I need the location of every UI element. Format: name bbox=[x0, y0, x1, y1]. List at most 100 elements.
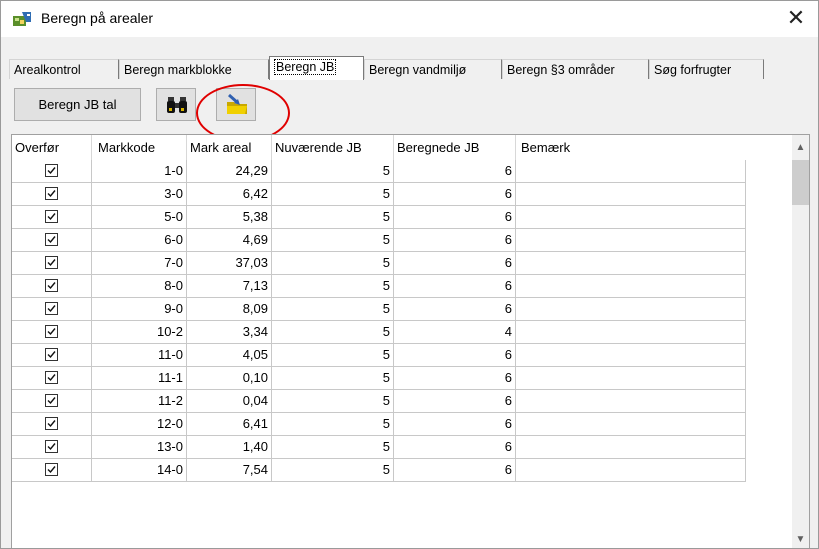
table-row[interactable]: 9-0 8,09 5 6 bbox=[12, 298, 791, 321]
beregnede-jb-cell[interactable]: 6 bbox=[394, 413, 516, 436]
mark-areal-cell[interactable]: 5,38 bbox=[187, 206, 272, 229]
overfor-checkbox-cell[interactable] bbox=[12, 252, 92, 275]
nuvaerende-jb-cell[interactable]: 5 bbox=[272, 344, 394, 367]
col-mark-areal[interactable]: Mark areal bbox=[187, 135, 272, 160]
bemaerk-cell[interactable] bbox=[516, 321, 746, 344]
nuvaerende-jb-cell[interactable]: 5 bbox=[272, 160, 394, 183]
col-overfor[interactable]: Overfør bbox=[12, 135, 92, 160]
beregnede-jb-cell[interactable]: 6 bbox=[394, 390, 516, 413]
beregnede-jb-cell[interactable]: 6 bbox=[394, 367, 516, 390]
overfor-checkbox-cell[interactable] bbox=[12, 321, 92, 344]
bemaerk-cell[interactable] bbox=[516, 298, 746, 321]
beregnede-jb-cell[interactable]: 6 bbox=[394, 459, 516, 482]
mark-areal-cell[interactable]: 3,34 bbox=[187, 321, 272, 344]
checked-checkbox-icon[interactable] bbox=[45, 440, 58, 453]
bemaerk-cell[interactable] bbox=[516, 459, 746, 482]
nuvaerende-jb-cell[interactable]: 5 bbox=[272, 321, 394, 344]
table-row[interactable]: 1-0 24,29 5 6 bbox=[12, 160, 791, 183]
overfor-checkbox-cell[interactable] bbox=[12, 298, 92, 321]
mark-areal-cell[interactable]: 6,41 bbox=[187, 413, 272, 436]
table-row[interactable]: 6-0 4,69 5 6 bbox=[12, 229, 791, 252]
tab-arealkontrol[interactable]: Arealkontrol bbox=[9, 59, 119, 79]
markkode-cell[interactable]: 9-0 bbox=[92, 298, 187, 321]
mark-areal-cell[interactable]: 8,09 bbox=[187, 298, 272, 321]
nuvaerende-jb-cell[interactable]: 5 bbox=[272, 390, 394, 413]
markkode-cell[interactable]: 14-0 bbox=[92, 459, 187, 482]
tab-beregn-vandmiljo[interactable]: Beregn vandmiljø bbox=[364, 59, 502, 79]
col-bemaerk[interactable]: Bemærk bbox=[516, 135, 746, 160]
table-row[interactable]: 12-0 6,41 5 6 bbox=[12, 413, 791, 436]
tab-beregn-s3-omrader[interactable]: Beregn §3 områder bbox=[502, 59, 649, 79]
checked-checkbox-icon[interactable] bbox=[45, 164, 58, 177]
overfor-checkbox-cell[interactable] bbox=[12, 367, 92, 390]
markkode-cell[interactable]: 3-0 bbox=[92, 183, 187, 206]
beregnede-jb-cell[interactable]: 4 bbox=[394, 321, 516, 344]
checked-checkbox-icon[interactable] bbox=[45, 187, 58, 200]
overfor-checkbox-cell[interactable] bbox=[12, 160, 92, 183]
markkode-cell[interactable]: 11-1 bbox=[92, 367, 187, 390]
overfor-checkbox-cell[interactable] bbox=[12, 229, 92, 252]
nuvaerende-jb-cell[interactable]: 5 bbox=[272, 436, 394, 459]
checked-checkbox-icon[interactable] bbox=[45, 463, 58, 476]
scroll-down-icon[interactable]: ▼ bbox=[792, 531, 809, 548]
checked-checkbox-icon[interactable] bbox=[45, 325, 58, 338]
beregnede-jb-cell[interactable]: 6 bbox=[394, 183, 516, 206]
mark-areal-cell[interactable]: 4,05 bbox=[187, 344, 272, 367]
mark-areal-cell[interactable]: 6,42 bbox=[187, 183, 272, 206]
table-row[interactable]: 5-0 5,38 5 6 bbox=[12, 206, 791, 229]
mark-areal-cell[interactable]: 1,40 bbox=[187, 436, 272, 459]
table-row[interactable]: 11-2 0,04 5 6 bbox=[12, 390, 791, 413]
beregnede-jb-cell[interactable]: 6 bbox=[394, 275, 516, 298]
markkode-cell[interactable]: 13-0 bbox=[92, 436, 187, 459]
bemaerk-cell[interactable] bbox=[516, 229, 746, 252]
scroll-up-icon[interactable]: ▲ bbox=[792, 139, 809, 156]
overfor-checkbox-cell[interactable] bbox=[12, 390, 92, 413]
table-row[interactable]: 7-0 37,03 5 6 bbox=[12, 252, 791, 275]
markkode-cell[interactable]: 12-0 bbox=[92, 413, 187, 436]
close-button[interactable]: ✕ bbox=[784, 5, 808, 31]
bemaerk-cell[interactable] bbox=[516, 252, 746, 275]
markkode-cell[interactable]: 10-2 bbox=[92, 321, 187, 344]
nuvaerende-jb-cell[interactable]: 5 bbox=[272, 183, 394, 206]
checked-checkbox-icon[interactable] bbox=[45, 371, 58, 384]
table-row[interactable]: 11-1 0,10 5 6 bbox=[12, 367, 791, 390]
mark-areal-cell[interactable]: 7,13 bbox=[187, 275, 272, 298]
mark-areal-cell[interactable]: 0,04 bbox=[187, 390, 272, 413]
col-markkode[interactable]: Markkode bbox=[92, 135, 187, 160]
scroll-thumb[interactable] bbox=[792, 160, 809, 205]
checked-checkbox-icon[interactable] bbox=[45, 279, 58, 292]
bemaerk-cell[interactable] bbox=[516, 183, 746, 206]
mark-areal-cell[interactable]: 0,10 bbox=[187, 367, 272, 390]
table-row[interactable]: 10-2 3,34 5 4 bbox=[12, 321, 791, 344]
markkode-cell[interactable]: 11-0 bbox=[92, 344, 187, 367]
bemaerk-cell[interactable] bbox=[516, 160, 746, 183]
checked-checkbox-icon[interactable] bbox=[45, 210, 58, 223]
bemaerk-cell[interactable] bbox=[516, 436, 746, 459]
nuvaerende-jb-cell[interactable]: 5 bbox=[272, 252, 394, 275]
overfor-checkbox-cell[interactable] bbox=[12, 206, 92, 229]
overfor-checkbox-cell[interactable] bbox=[12, 275, 92, 298]
table-row[interactable]: 3-0 6,42 5 6 bbox=[12, 183, 791, 206]
bemaerk-cell[interactable] bbox=[516, 413, 746, 436]
nuvaerende-jb-cell[interactable]: 5 bbox=[272, 298, 394, 321]
markkode-cell[interactable]: 8-0 bbox=[92, 275, 187, 298]
checked-checkbox-icon[interactable] bbox=[45, 302, 58, 315]
overfor-checkbox-cell[interactable] bbox=[12, 344, 92, 367]
nuvaerende-jb-cell[interactable]: 5 bbox=[272, 413, 394, 436]
nuvaerende-jb-cell[interactable]: 5 bbox=[272, 367, 394, 390]
tab-beregn-markblokke[interactable]: Beregn markblokke bbox=[119, 59, 269, 79]
markkode-cell[interactable]: 11-2 bbox=[92, 390, 187, 413]
nuvaerende-jb-cell[interactable]: 5 bbox=[272, 459, 394, 482]
checked-checkbox-icon[interactable] bbox=[45, 233, 58, 246]
nuvaerende-jb-cell[interactable]: 5 bbox=[272, 229, 394, 252]
overfor-checkbox-cell[interactable] bbox=[12, 183, 92, 206]
find-button[interactable] bbox=[156, 88, 196, 121]
tab-beregn-jb[interactable]: Beregn JB bbox=[269, 56, 364, 80]
beregnede-jb-cell[interactable]: 6 bbox=[394, 206, 516, 229]
beregnede-jb-cell[interactable]: 6 bbox=[394, 160, 516, 183]
beregnede-jb-cell[interactable]: 6 bbox=[394, 344, 516, 367]
checked-checkbox-icon[interactable] bbox=[45, 256, 58, 269]
markkode-cell[interactable]: 1-0 bbox=[92, 160, 187, 183]
tab-sog-forfrugter[interactable]: Søg forfrugter bbox=[649, 59, 764, 79]
mark-areal-cell[interactable]: 37,03 bbox=[187, 252, 272, 275]
